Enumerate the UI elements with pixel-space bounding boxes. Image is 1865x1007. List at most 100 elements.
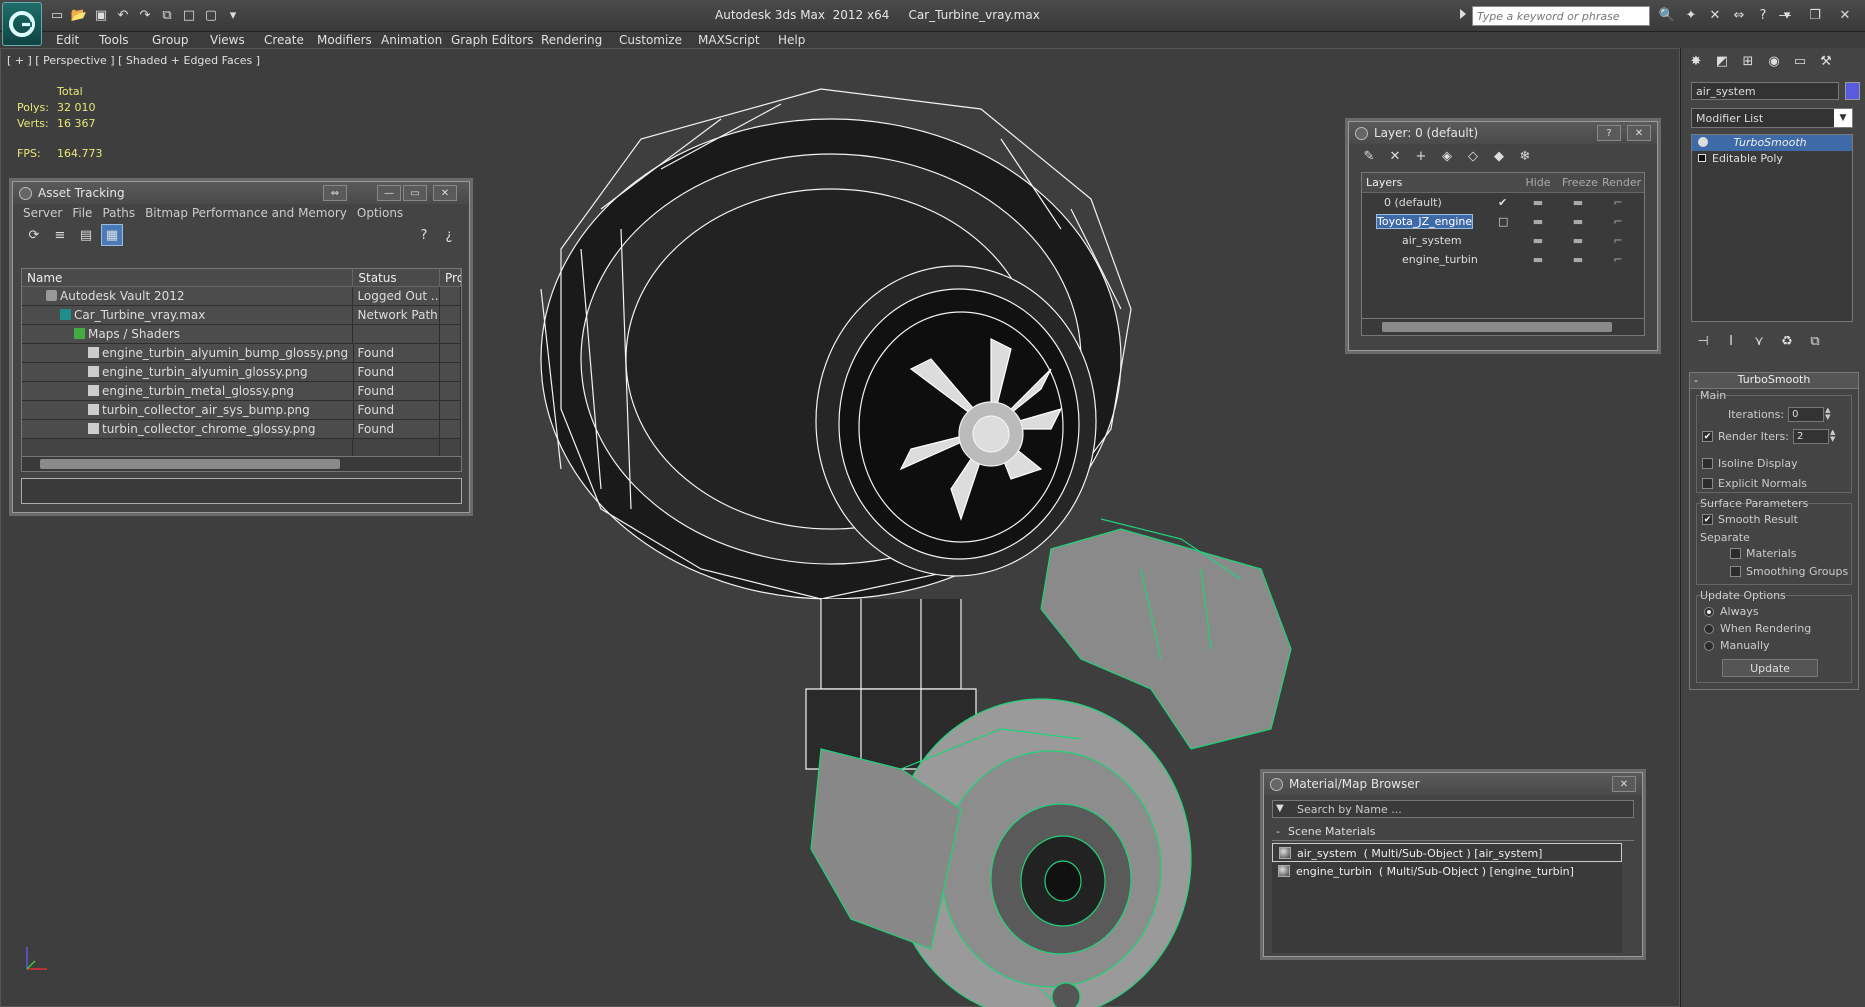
redo-icon[interactable]: ↷ (136, 6, 154, 24)
binoculars-icon[interactable]: 🔍 (1658, 6, 1676, 24)
make-unique-icon[interactable]: ⋎ (1751, 332, 1767, 350)
modifier-list-dropdown[interactable]: Modifier List ▼ (1691, 108, 1853, 128)
menu-options[interactable]: Options (357, 206, 403, 220)
expand-icon[interactable] (1698, 154, 1706, 162)
menu-maxscript[interactable]: MAXScript (698, 33, 760, 47)
highlight-layer-icon[interactable]: ◇ (1465, 148, 1481, 164)
menu-create[interactable]: Create (264, 33, 304, 47)
hide-toggle[interactable]: ▬ (1518, 234, 1558, 247)
minimize-button[interactable]: — (1771, 4, 1799, 26)
menu-animation[interactable]: Animation (381, 33, 442, 47)
menu-rendering[interactable]: Rendering (541, 33, 602, 47)
rollout-header[interactable]: - TurboSmooth (1690, 373, 1858, 389)
spinner-arrows-icon[interactable]: ▲ ▼ (1825, 407, 1833, 422)
explicit-normals-checkbox[interactable] (1702, 478, 1713, 489)
freeze-toggle[interactable]: ▬ (1558, 196, 1598, 209)
menu-bitmap-performance[interactable]: Bitmap Performance and Memory (145, 206, 347, 220)
table-row[interactable]: engine_turbin_alyumin_glossy.png Found (22, 363, 461, 382)
material-item[interactable]: engine_turbin ( Multi/Sub-Object ) [engi… (1272, 862, 1622, 881)
layer-manager-titlebar[interactable]: Layer: 0 (default) ? ✕ (1349, 122, 1657, 144)
context-help-icon[interactable]: ¿ (438, 224, 460, 246)
render-toggle[interactable]: ⌐ (1598, 234, 1638, 247)
menu-server[interactable]: Server (23, 206, 62, 220)
menu-views[interactable]: Views (210, 33, 245, 47)
col-hide[interactable]: Hide (1518, 173, 1558, 192)
table-row[interactable]: turbin_collector_chrome_glossy.png Found (22, 420, 461, 439)
show-end-result-icon[interactable]: Ⅰ (1723, 332, 1739, 350)
undo-icon[interactable]: ↶ (114, 6, 132, 24)
list-view-icon[interactable]: ≡ (49, 224, 71, 246)
layout-icon[interactable]: ▢ (202, 6, 220, 24)
table-row[interactable]: engine_turbin_metal_glossy.png Found (22, 382, 461, 401)
configure-modifier-sets-icon[interactable]: ⧉ (1807, 332, 1823, 350)
motion-tab-icon[interactable]: ◉ (1765, 52, 1783, 70)
restore-button[interactable]: ❐ (1801, 4, 1829, 26)
search-input[interactable]: Type a keyword or phrase (1472, 6, 1650, 26)
menu-paths[interactable]: Paths (102, 206, 135, 220)
col-pro[interactable]: Pro (440, 269, 461, 286)
save-file-icon[interactable]: ▣ (92, 6, 110, 24)
close-button[interactable]: ✕ (1627, 125, 1651, 141)
object-name-field[interactable]: air_system (1691, 82, 1839, 100)
hide-toggle[interactable]: ▬ (1518, 196, 1558, 209)
search-expand-icon[interactable] (1460, 9, 1466, 19)
menu-edit[interactable]: Edit (56, 33, 79, 47)
select-objects-icon[interactable]: ◈ (1439, 148, 1455, 164)
layer-row[interactable]: Toyota_JZ_engine □ ▬ ▬ ⌐ (1362, 212, 1644, 231)
always-radio[interactable] (1704, 606, 1714, 617)
col-render[interactable]: Render (1598, 173, 1641, 192)
menu-modifiers[interactable]: Modifiers (317, 33, 372, 47)
maximize-button[interactable]: ▭ (403, 185, 427, 201)
app-logo[interactable] (2, 2, 42, 46)
render-toggle[interactable]: ⌐ (1598, 215, 1638, 228)
chevron-down-icon[interactable]: ▼ (1834, 109, 1852, 127)
hide-toggle[interactable]: ▬ (1518, 253, 1558, 266)
minimize-button[interactable]: — (377, 185, 401, 201)
add-to-layer-icon[interactable]: + (1413, 148, 1429, 164)
layer-row[interactable]: engine_turbin ▬ ▬ ⌐ (1362, 250, 1644, 269)
delete-layer-icon[interactable]: ✕ (1387, 148, 1403, 164)
asset-tracking-titlebar[interactable]: Asset Tracking ⇔ — ▭ ✕ (13, 182, 469, 204)
lightbulb-icon[interactable] (1698, 137, 1708, 147)
freeze-all-icon[interactable]: ❄ (1517, 148, 1533, 164)
new-scene-icon[interactable]: ▭ (48, 6, 66, 24)
horizontal-scrollbar[interactable] (21, 456, 462, 472)
smooth-result-checkbox[interactable]: ✔ (1702, 514, 1713, 525)
collapse-icon[interactable]: - (1276, 825, 1280, 838)
object-color-swatch[interactable] (1845, 82, 1860, 100)
render-iters-spinner[interactable]: 2 (1792, 429, 1829, 444)
help-icon[interactable]: ? (413, 224, 435, 246)
hold-icon[interactable]: ⧉ (158, 6, 176, 24)
options-dropdown-icon[interactable]: ▼ (1276, 803, 1284, 814)
close-button[interactable]: ✕ (1612, 776, 1636, 792)
freeze-toggle[interactable]: ▬ (1558, 234, 1598, 247)
layer-row[interactable]: 0 (default) ✔ ▬ ▬ ⌐ (1362, 193, 1644, 212)
material-search-input[interactable]: Search by Name ... (1272, 800, 1634, 818)
isoline-checkbox[interactable] (1702, 458, 1713, 469)
favorites-icon[interactable]: ⇔ (1730, 6, 1748, 24)
smoothing-groups-checkbox[interactable] (1730, 566, 1741, 577)
col-status[interactable]: Status (353, 269, 440, 286)
table-row[interactable]: Car_Turbine_vray.max Network Path (22, 306, 461, 325)
hierarchy-tab-icon[interactable]: ⊞ (1739, 52, 1757, 70)
subscription-icon[interactable]: ✦ (1682, 6, 1700, 24)
open-file-icon[interactable]: 📂 (70, 6, 88, 24)
communication-icon[interactable]: ✕ (1706, 6, 1724, 24)
render-toggle[interactable]: ⌐ (1598, 196, 1638, 209)
col-layers[interactable]: Layers (1362, 173, 1518, 192)
update-button[interactable]: Update (1722, 659, 1818, 677)
horizontal-scrollbar[interactable] (1361, 318, 1645, 336)
iterations-spinner[interactable]: 0 (1788, 407, 1825, 422)
scrollbar-thumb[interactable] (40, 459, 340, 469)
menu-graph-editors[interactable]: Graph Editors (451, 33, 533, 47)
table-row[interactable]: Maps / Shaders (22, 325, 461, 344)
freeze-toggle[interactable]: ▬ (1558, 215, 1598, 228)
menu-customize[interactable]: Customize (619, 33, 682, 47)
utilities-tab-icon[interactable]: ⚒ (1817, 52, 1835, 70)
when-rendering-radio[interactable] (1704, 623, 1714, 634)
swap-icon[interactable]: ⇔ (323, 185, 347, 201)
table-row[interactable]: Autodesk Vault 2012 Logged Out ... (22, 287, 461, 306)
hide-all-icon[interactable]: ◆ (1491, 148, 1507, 164)
scene-materials-header[interactable]: - Scene Materials (1272, 825, 1634, 841)
help-button[interactable]: ? (1597, 125, 1621, 141)
